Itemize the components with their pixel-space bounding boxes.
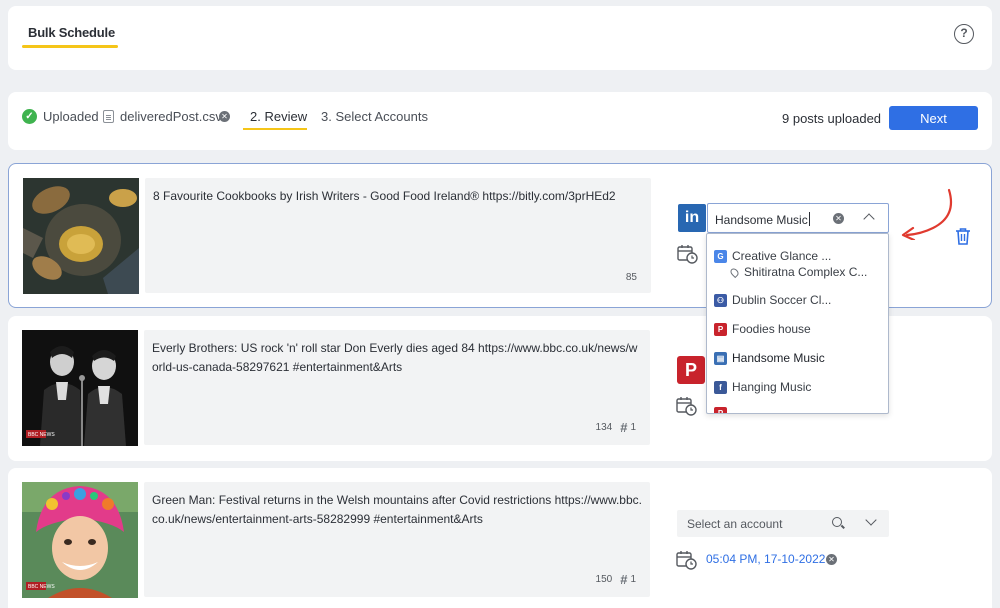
post-text: Everly Brothers: US rock 'n' roll star D… (152, 341, 638, 374)
character-count: 150 (595, 574, 613, 585)
post-image-cookbook (23, 178, 139, 294)
post-meta: 85 (626, 272, 637, 283)
dropdown-option-selected[interactable]: ▤ Handsome Music (714, 351, 825, 365)
pinterest-icon: P (714, 322, 727, 336)
post-image-green-man-festival: BBC NEWS (22, 482, 138, 598)
clear-schedule-icon[interactable]: ✕ (826, 554, 837, 565)
post-text-box[interactable]: Green Man: Festival returns in the Welsh… (144, 482, 650, 597)
account-search-input[interactable]: Handsome Music ✕ (707, 203, 889, 233)
calendar-clock-icon[interactable] (676, 396, 697, 416)
account-dropdown: G Creative Glance ... Shitiratna Complex… (706, 233, 889, 414)
calendar-clock-icon[interactable] (677, 244, 698, 264)
hashtag-icon: # (620, 420, 628, 435)
post-text: Green Man: Festival returns in the Welsh… (152, 493, 642, 526)
character-count: 134 (595, 422, 613, 433)
pinterest-icon: P (677, 356, 705, 384)
dropdown-option-partial[interactable]: P (714, 407, 727, 413)
dropdown-option-location: Shitiratna Complex C... (728, 265, 868, 279)
tab-select-accounts[interactable]: 3. Select Accounts (321, 109, 428, 124)
dropdown-option[interactable]: ⚇ Dublin Soccer Cl... (714, 293, 831, 307)
posts-uploaded-count: 9 posts uploaded (782, 111, 882, 126)
hashtag-icon: # (620, 572, 628, 587)
account-select[interactable]: Select an account (677, 510, 889, 537)
chevron-down-icon[interactable] (865, 514, 877, 526)
linkedin-icon: in (678, 204, 706, 232)
steps-bar: ✓ Uploaded deliveredPost.csv ✕ 2. Review… (8, 92, 992, 150)
character-count: 85 (625, 272, 637, 283)
clear-icon[interactable]: ✕ (833, 213, 844, 224)
file-icon (103, 110, 114, 123)
remove-file-icon[interactable]: ✕ (219, 111, 230, 122)
account-select-placeholder: Select an account (687, 517, 783, 531)
dropdown-option-label: Dublin Soccer Cl... (732, 293, 832, 307)
post-text-box[interactable]: Everly Brothers: US rock 'n' roll star D… (144, 330, 650, 445)
post-row: BBC NEWS Green Man: Festival returns in … (8, 468, 992, 608)
tab-review[interactable]: 2. Review (250, 109, 307, 124)
google-business-icon: G (714, 249, 727, 263)
next-button[interactable]: Next (889, 106, 978, 130)
svg-text:BBC NEWS: BBC NEWS (28, 432, 55, 438)
tab-bulk-schedule[interactable]: Bulk Schedule (28, 25, 115, 40)
review-tab-underline (243, 128, 307, 130)
hashtag-count: 1 (630, 422, 636, 433)
post-image-everly-brothers: BBC NEWS (22, 330, 138, 446)
post-text: 8 Favourite Cookbooks by Irish Writers -… (153, 189, 616, 203)
dropdown-option-label: Foodies house (732, 322, 811, 336)
facebook-group-icon: ⚇ (714, 293, 727, 307)
location-pin-icon (728, 266, 741, 278)
active-tab-underline (22, 45, 118, 48)
dropdown-option-label: Hanging Music (732, 380, 812, 394)
calendar-clock-icon[interactable] (676, 550, 697, 570)
dropdown-option[interactable]: P Foodies house (714, 322, 811, 336)
schedule-time-link[interactable]: 05:04 PM, 17-10-2022 (706, 552, 825, 566)
location-label: Shitiratna Complex C... (744, 265, 868, 279)
dropdown-option-label: Handsome Music (732, 351, 825, 365)
search-icon[interactable] (832, 517, 842, 527)
step-uploaded: Uploaded (43, 109, 99, 124)
dropdown-option-label: Creative Glance ... (732, 249, 832, 263)
chevron-up-icon[interactable] (863, 213, 875, 225)
post-meta: 150 #1 (596, 572, 636, 587)
post-meta: 134 #1 (596, 420, 636, 435)
facebook-icon: f (714, 380, 727, 394)
post-text-box[interactable]: 8 Favourite Cookbooks by Irish Writers -… (145, 178, 651, 293)
dropdown-option[interactable]: G Creative Glance ... (714, 249, 831, 263)
help-icon[interactable]: ? (954, 24, 974, 44)
annotation-arrow-icon (901, 188, 953, 240)
text-cursor (808, 212, 810, 226)
pinterest-icon: P (714, 407, 727, 413)
hashtag-count: 1 (630, 574, 636, 585)
svg-text:BBC NEWS: BBC NEWS (28, 584, 55, 590)
page-header: Bulk Schedule ? (8, 6, 992, 70)
check-circle-icon: ✓ (22, 109, 37, 124)
account-input-value: Handsome Music (715, 213, 808, 227)
linkedin-page-icon: ▤ (714, 351, 727, 365)
uploaded-file-name: deliveredPost.csv (120, 109, 222, 124)
dropdown-option[interactable]: f Hanging Music (714, 380, 811, 394)
